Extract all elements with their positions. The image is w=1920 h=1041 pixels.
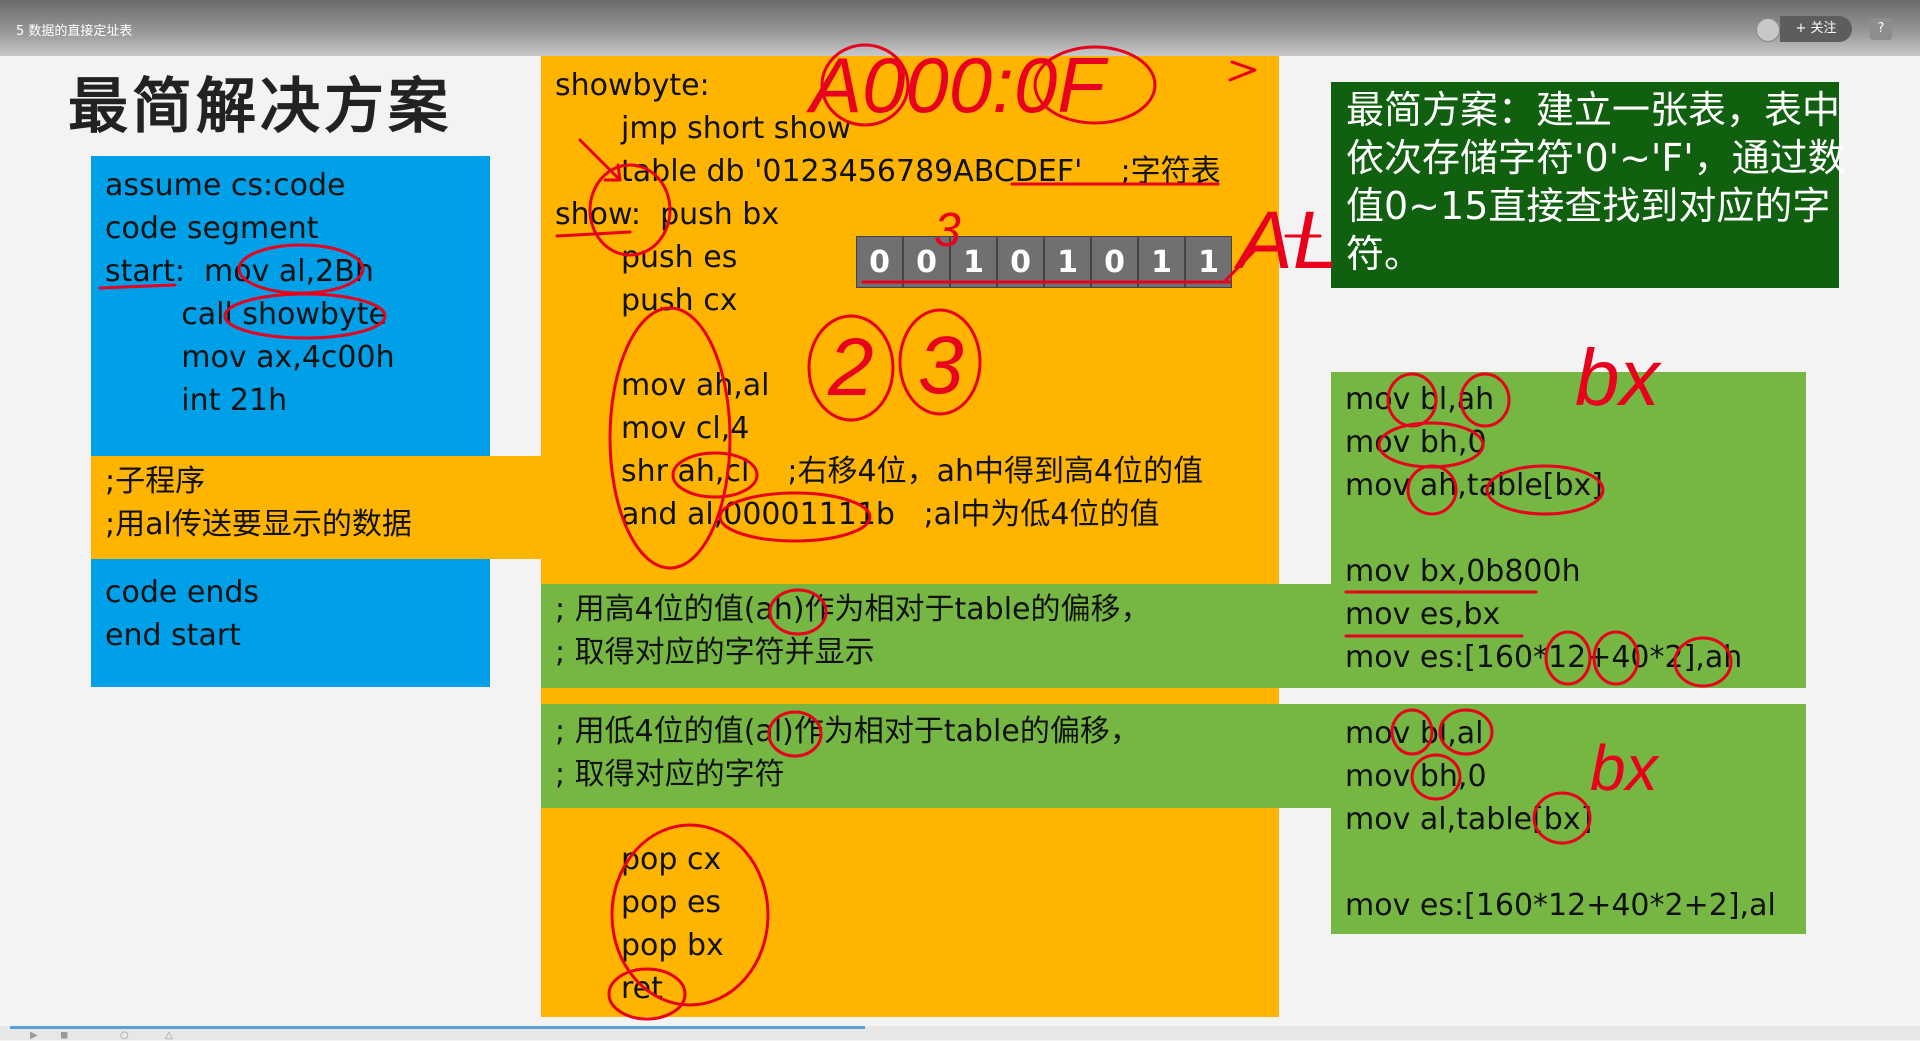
- subroutine-note-panel: ;子程序 ;用al传送要显示的数据: [91, 456, 541, 559]
- code-line: mov es,bx: [1345, 597, 1501, 632]
- code-line: jmp short show: [621, 111, 852, 146]
- code-line: mov cl,4: [621, 411, 750, 446]
- label-line: showbyte:: [555, 68, 710, 103]
- settings-icon[interactable]: ○: [120, 1030, 129, 1041]
- code-line: push cx: [621, 283, 738, 318]
- code-line: mov bx,0b800h: [1345, 554, 1581, 589]
- solution-summary-text: 最简方案：建立一张表，表中依次存储字符'0'~'F'，通过数值0~15直接查找到…: [1346, 88, 1846, 276]
- window-title: 5 数据的直接定址表: [16, 24, 133, 39]
- code-end-panel: code ends end start: [91, 559, 490, 687]
- code-line: mov al,table[bx]: [1345, 802, 1593, 837]
- showbyte-panel: showbyte: jmp short show table db '01234…: [541, 56, 1279, 1017]
- code-line: mov bl,ah: [1345, 382, 1495, 417]
- bit-cell: 1: [950, 236, 997, 288]
- follow-button[interactable]: + 关注: [1780, 16, 1852, 42]
- code-line: end start: [105, 618, 241, 653]
- code-line: mov es:[160*12+40*2],ah: [1345, 640, 1743, 675]
- avatar[interactable]: [1756, 18, 1780, 42]
- code-line: start: mov al,2Bh: [105, 254, 374, 289]
- comment-line: ; 用高4位的值(ah)作为相对于table的偏移，: [555, 592, 1151, 627]
- code-line: table db '0123456789ABCDEF' ;字符表: [621, 154, 1221, 189]
- code-line: and al,00001111b ;al中为低4位的值: [621, 497, 1160, 532]
- bit-cell: 0: [1091, 236, 1138, 288]
- code-line: assume cs:code: [105, 168, 346, 203]
- code-line: shr ah,cl ;右移4位，ah中得到高4位的值: [621, 454, 1204, 489]
- slide-title: 最简解决方案: [68, 72, 452, 142]
- volume-icon[interactable]: ◼: [60, 1030, 68, 1041]
- help-icon[interactable]: ?: [1870, 18, 1892, 40]
- code-line: mov es:[160*12+40*2+2],al: [1345, 888, 1776, 923]
- code-line: call showbyte: [105, 297, 387, 332]
- window-title-bar: 5 数据的直接定址表 + 关注 ?: [0, 0, 1920, 56]
- bit-cell: 0: [903, 236, 950, 288]
- code-line: int 21h: [105, 383, 288, 418]
- comment-line: ; 用低4位的值(al)作为相对于table的偏移，: [555, 714, 1140, 749]
- code-line: code segment: [105, 211, 319, 246]
- code-line: mov ah,al: [621, 368, 770, 403]
- comment-line: ;用al传送要显示的数据: [105, 507, 412, 542]
- code-line: mov bl,al: [1345, 716, 1484, 751]
- code-line: mov ah,table[bx]: [1345, 468, 1603, 503]
- comment-line: ;子程序: [105, 464, 206, 499]
- code-line: push es: [621, 240, 738, 275]
- comment-line: ; 取得对应的字符: [555, 757, 785, 792]
- bit-cell: 1: [1185, 236, 1232, 288]
- code-line: pop cx: [621, 842, 722, 877]
- code-line: pop es: [621, 885, 722, 920]
- play-icon[interactable]: ▶: [30, 1030, 38, 1041]
- fullscreen-icon[interactable]: △: [165, 1030, 173, 1041]
- main-program-panel: assume cs:code code segment start: mov a…: [91, 156, 490, 456]
- code-line: show: push bx: [555, 197, 780, 232]
- bit-cell: 0: [997, 236, 1044, 288]
- code-line: mov bh,0: [1345, 759, 1487, 794]
- bit-cell: 0: [856, 236, 903, 288]
- low-nibble-code-panel: mov bl,al mov bh,0 mov al,table[bx] mov …: [1331, 704, 1806, 934]
- progress-fill: [10, 1026, 865, 1029]
- code-line: mov ax,4c00h: [105, 340, 395, 375]
- code-line: mov bh,0: [1345, 425, 1487, 460]
- code-line: code ends: [105, 575, 260, 610]
- code-line: pop bx: [621, 928, 724, 963]
- code-line: ret: [621, 971, 663, 1006]
- comment-line: ; 取得对应的字符并显示: [555, 635, 875, 670]
- bit-cell: 1: [1138, 236, 1185, 288]
- bit-cell: 1: [1044, 236, 1091, 288]
- high-nibble-code-panel: mov bl,ah mov bh,0 mov ah,table[bx] mov …: [1331, 372, 1806, 684]
